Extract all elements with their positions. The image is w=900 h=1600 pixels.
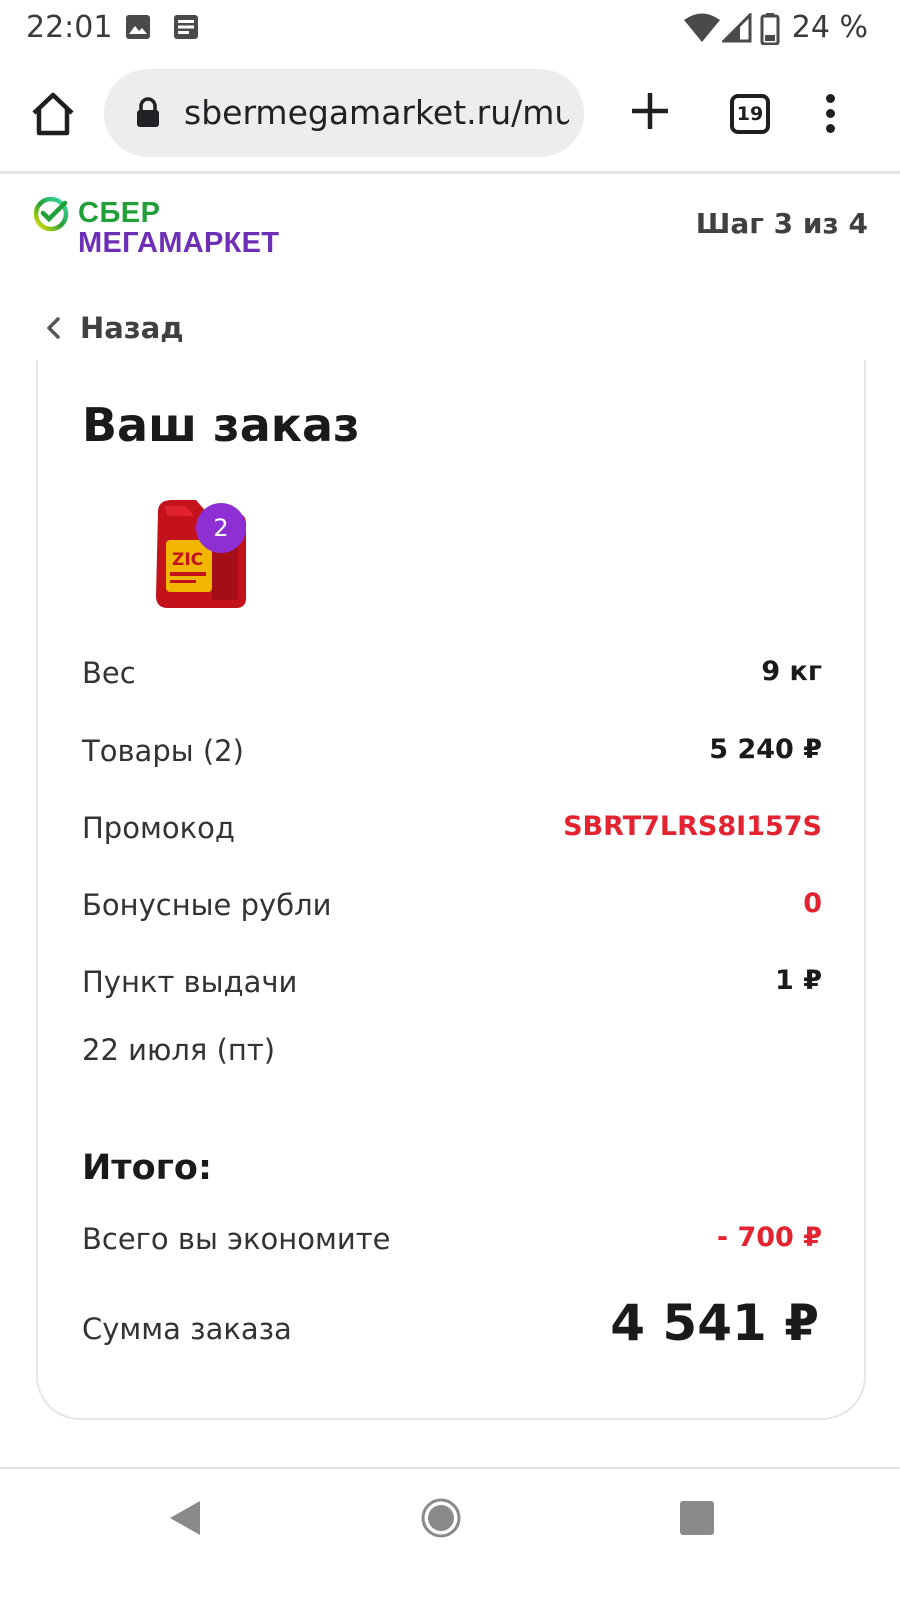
- bonus-value: 0: [803, 888, 822, 919]
- more-menu-icon[interactable]: [822, 94, 838, 138]
- order-row-items: Товары (2) 5 240 ₽: [82, 734, 822, 774]
- row-label: Вес: [82, 656, 136, 690]
- order-row-promocode: Промокод SBRT7LRS8I157S: [82, 811, 822, 851]
- back-label: Назад: [80, 311, 184, 345]
- promocode-value: SBRT7LRS8I157S: [563, 811, 822, 842]
- tab-switcher-button[interactable]: 19: [730, 94, 770, 134]
- logo-text-megamarket: МЕГАМАРКЕТ: [78, 227, 280, 259]
- checkout-step: Шаг 3 из 4: [695, 207, 868, 240]
- order-summary-card: Ваш заказ ZIC 2 Вес 9 кг Товары (2) 5 24…: [36, 360, 866, 1420]
- url-text[interactable]: sbermegamarket.ru/multi: [184, 93, 569, 132]
- home-icon[interactable]: [28, 89, 78, 139]
- row-value: 1 ₽: [775, 965, 822, 996]
- logo-text-sber: СБЕР: [78, 197, 161, 229]
- row-value: 9 кг: [761, 656, 822, 687]
- image-icon: [126, 15, 150, 39]
- row-label: Пункт выдачи: [82, 965, 298, 999]
- savings-label: Всего вы экономите: [82, 1222, 391, 1256]
- status-time: 22:01: [26, 10, 113, 45]
- savings-row: Всего вы экономите - 700 ₽: [82, 1222, 822, 1262]
- row-value: 5 240 ₽: [709, 734, 822, 765]
- sbermegamarket-logo[interactable]: СБЕР МЕГАМАРКЕТ: [32, 195, 302, 265]
- delivery-date-text: 22 июля (пт): [82, 1033, 276, 1067]
- total-heading: Итого:: [82, 1148, 212, 1188]
- row-label: Промокод: [82, 811, 235, 845]
- system-nav-bar: [0, 1467, 900, 1600]
- nav-home-icon[interactable]: [420, 1497, 462, 1539]
- quantity-badge: 2: [196, 503, 246, 553]
- battery-icon: [760, 13, 780, 45]
- order-row-weight: Вес 9 кг: [82, 656, 822, 696]
- address-bar[interactable]: sbermegamarket.ru/multi: [104, 69, 584, 157]
- order-sum-value: 4 541 ₽: [610, 1294, 819, 1352]
- chevron-left-icon: [47, 317, 60, 339]
- news-icon: [174, 15, 198, 39]
- back-link[interactable]: Назад: [40, 303, 184, 353]
- battery-percent: 24 %: [791, 10, 868, 45]
- row-label: Бонусные рубли: [82, 888, 332, 922]
- nav-back-icon[interactable]: [168, 1499, 202, 1537]
- savings-value: - 700 ₽: [716, 1222, 822, 1253]
- site-header: СБЕР МЕГАМАРКЕТ Шаг 3 из 4: [0, 177, 900, 287]
- delivery-date: 22 июля (пт): [82, 1033, 822, 1073]
- order-row-pickup: Пункт выдачи 1 ₽: [82, 965, 822, 1005]
- order-sum-label: Сумма заказа: [82, 1312, 292, 1346]
- card-title: Ваш заказ: [82, 398, 360, 452]
- new-tab-icon[interactable]: [628, 89, 672, 133]
- browser-toolbar: sbermegamarket.ru/multi 19: [0, 56, 900, 174]
- status-bar: 22:01 24 %: [0, 0, 900, 56]
- nav-recent-apps-icon[interactable]: [680, 1501, 714, 1535]
- sber-check-icon: [33, 196, 69, 232]
- wifi-icon: [684, 13, 720, 42]
- order-row-bonus: Бонусные рубли 0: [82, 888, 822, 928]
- row-label: Товары (2): [82, 734, 244, 768]
- lock-icon: [137, 97, 159, 127]
- svg-text:ZIC: ZIC: [172, 550, 203, 570]
- signal-icon: [722, 13, 752, 43]
